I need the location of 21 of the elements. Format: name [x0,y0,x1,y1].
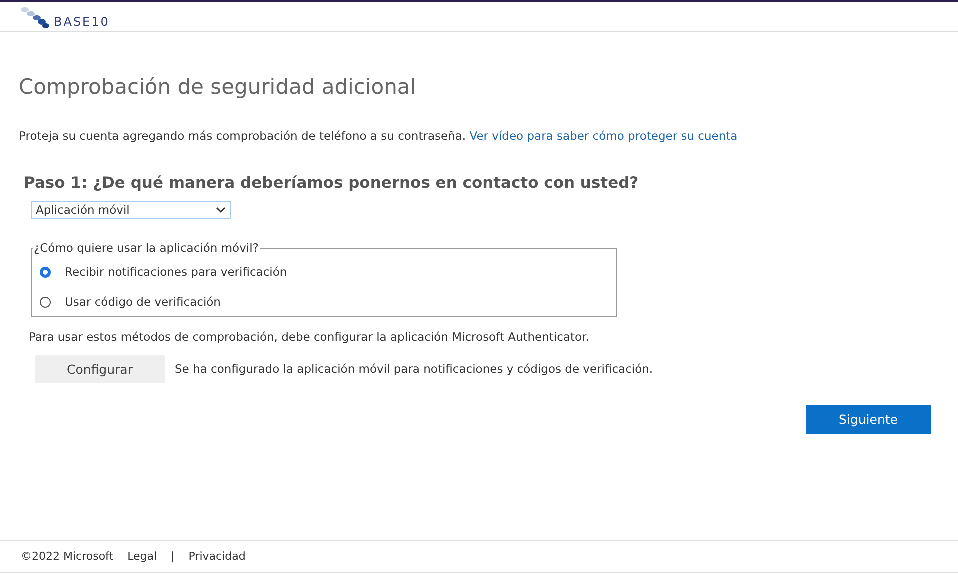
radio-button[interactable] [40,266,51,278]
fieldset-legend: ¿Cómo quiere usar la aplicación móvil? [33,241,260,255]
video-link[interactable]: Ver vídeo para saber cómo proteger su cuenta [470,129,738,143]
copyright-text: ©2022 Microsoft [21,550,114,563]
note-text: Para usar estos métodos de comprobación, debe configurar la aplicación Microsoft Authenticator. [29,329,590,345]
option-label: Recibir notificaciones para verificación [65,265,288,279]
radio-button[interactable] [40,296,51,308]
chevron-icon [216,206,226,214]
method-dropdown[interactable]: Aplicación móvil [31,201,231,219]
intro-text: Proteja su cuenta agregando más comprobación de teléfono a su contraseña. Ver vídeo para saber cómo proteger su cuenta [19,128,739,144]
next-button[interactable]: Siguiente [806,405,931,434]
separator-text: | [171,550,175,563]
logo-text: BASE10 [54,14,110,28]
footer-link[interactable]: Privacidad [188,550,246,563]
configure-button[interactable]: Configurar [35,355,165,383]
logo-icon [20,4,52,28]
option-label: Usar código de verificación [65,295,221,309]
step-heading: Paso 1: ¿De qué manera deberíamos ponernos en contacto con usted? [24,173,640,193]
footer-link[interactable]: Legal [128,550,158,563]
page-title: Comprobación de seguridad adicional [19,74,418,100]
status-text: Se ha configurado la aplicación móvil para notificaciones y códigos de verificación. [175,362,654,376]
